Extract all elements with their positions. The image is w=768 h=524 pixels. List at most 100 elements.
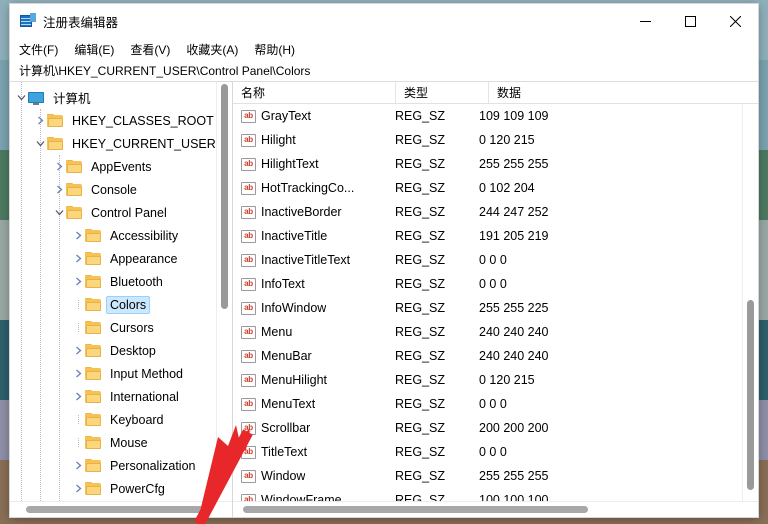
registry-values-pane: 名称 类型 数据 ab GrayText REG_SZ 109 109 109 ab Hi… [233, 82, 758, 517]
value-data: 0 0 0 [479, 277, 507, 291]
table-row[interactable]: ab InactiveTitle REG_SZ 191 205 219 [233, 224, 758, 248]
minimize-button[interactable] [623, 4, 668, 38]
column-type[interactable]: 类型 [396, 82, 489, 103]
tree-item--[interactable]: 计算机 [10, 86, 232, 109]
tree-item-label: HKEY_CURRENT_USER [72, 136, 216, 151]
menu-favorites[interactable]: 收藏夹(A) [186, 39, 246, 60]
tree-item-international[interactable]: International [10, 385, 232, 408]
string-value-icon: ab [241, 445, 256, 459]
menu-view[interactable]: 查看(V) [130, 39, 178, 60]
registry-tree-pane: 计算机 HKEY_CLASSES_ROOT HKEY_CURRENT_USER App… [10, 82, 233, 517]
values-vertical-scrollbar[interactable] [742, 104, 758, 501]
table-row[interactable]: ab InactiveTitleText REG_SZ 0 0 0 [233, 248, 758, 272]
folder-icon [66, 205, 83, 220]
tree-item-control-panel[interactable]: Control Panel [10, 201, 232, 224]
registry-tree[interactable]: 计算机 HKEY_CLASSES_ROOT HKEY_CURRENT_USER App… [10, 82, 232, 501]
string-value-icon: ab [241, 109, 256, 123]
table-row[interactable]: ab MenuHilight REG_SZ 0 120 215 [233, 368, 758, 392]
value-name-cell: ab HilightText [233, 157, 387, 171]
folder-icon [85, 458, 102, 473]
computer-icon [28, 91, 45, 105]
chevron-down-icon[interactable] [34, 132, 47, 155]
folder-icon [47, 136, 64, 151]
table-row[interactable]: ab Menu REG_SZ 240 240 240 [233, 320, 758, 344]
table-row[interactable]: ab MenuText REG_SZ 0 0 0 [233, 392, 758, 416]
value-type: REG_SZ [395, 253, 446, 267]
chevron-right-icon[interactable] [72, 454, 85, 477]
tree-leaf-marker [72, 431, 85, 454]
tree-item-accessibility[interactable]: Accessibility [10, 224, 232, 247]
string-value-icon: ab [241, 157, 256, 171]
tree-item-desktop[interactable]: Desktop [10, 339, 232, 362]
chevron-right-icon[interactable] [72, 362, 85, 385]
value-name-cell: ab TitleText [233, 445, 387, 459]
chevron-right-icon[interactable] [72, 247, 85, 270]
chevron-right-icon[interactable] [53, 178, 66, 201]
chevron-down-icon[interactable] [53, 201, 66, 224]
tree-horizontal-scrollbar[interactable] [10, 501, 232, 517]
tree-item-label: HKEY_CLASSES_ROOT [72, 113, 214, 128]
table-row[interactable]: ab MenuBar REG_SZ 240 240 240 [233, 344, 758, 368]
folder-icon [85, 320, 102, 335]
column-name[interactable]: 名称 [233, 82, 396, 103]
tree-item-label: 计算机 [53, 92, 91, 106]
table-row[interactable]: ab Window REG_SZ 255 255 255 [233, 464, 758, 488]
table-row[interactable]: ab Hilight REG_SZ 0 120 215 [233, 128, 758, 152]
chevron-right-icon[interactable] [72, 270, 85, 293]
chevron-right-icon[interactable] [72, 385, 85, 408]
table-row[interactable]: ab InfoText REG_SZ 0 0 0 [233, 272, 758, 296]
tree-item-appearance[interactable]: Appearance [10, 247, 232, 270]
tree-item-cursors[interactable]: Cursors [10, 316, 232, 339]
value-type: REG_SZ [395, 181, 446, 195]
tree-vertical-scrollbar[interactable] [216, 82, 232, 501]
tree-item-powercfg[interactable]: PowerCfg [10, 477, 232, 500]
chevron-right-icon[interactable] [72, 477, 85, 500]
table-row[interactable]: ab WindowFrame REG_SZ 100 100 100 [233, 488, 758, 501]
table-row[interactable]: ab InfoWindow REG_SZ 255 255 225 [233, 296, 758, 320]
value-type: REG_SZ [395, 493, 446, 501]
value-name: HotTrackingCo... [261, 181, 355, 195]
table-row[interactable]: ab Scrollbar REG_SZ 200 200 200 [233, 416, 758, 440]
tree-leaf-marker [72, 408, 85, 431]
minimize-icon [640, 20, 651, 22]
table-row[interactable]: ab InactiveBorder REG_SZ 244 247 252 [233, 200, 758, 224]
table-row[interactable]: ab TitleText REG_SZ 0 0 0 [233, 440, 758, 464]
value-name-cell: ab InactiveTitleText [233, 253, 387, 267]
values-list[interactable]: ab GrayText REG_SZ 109 109 109 ab Hilight REG_… [233, 104, 758, 501]
value-name: Window [261, 469, 306, 483]
value-type: REG_SZ [395, 445, 446, 459]
chevron-right-icon[interactable] [53, 155, 66, 178]
value-data: 0 0 0 [479, 253, 507, 267]
menu-file[interactable]: 文件(F) [19, 39, 66, 60]
menu-help[interactable]: 帮助(H) [254, 39, 303, 60]
registry-editor-window: 注册表编辑器 文件(F) 编辑(E) 查看(V) 收藏夹(A) 帮助(H) 计算… [10, 4, 758, 517]
tree-item-hkey-classes-root[interactable]: HKEY_CLASSES_ROOT [10, 109, 232, 132]
close-button[interactable] [713, 4, 758, 38]
value-name: InfoWindow [261, 301, 327, 315]
chevron-down-icon[interactable] [15, 86, 28, 109]
tree-item-hkey-current-user[interactable]: HKEY_CURRENT_USER [10, 132, 232, 155]
tree-item-bluetooth[interactable]: Bluetooth [10, 270, 232, 293]
window-title: 注册表编辑器 [43, 15, 119, 30]
maximize-button[interactable] [668, 4, 713, 38]
address-bar[interactable]: 计算机\HKEY_CURRENT_USER\Control Panel\Colo… [10, 60, 758, 82]
tree-item-colors[interactable]: Colors [10, 293, 232, 316]
tree-item-input-method[interactable]: Input Method [10, 362, 232, 385]
tree-item-personalization[interactable]: Personalization [10, 454, 232, 477]
table-row[interactable]: ab HotTrackingCo... REG_SZ 0 102 204 [233, 176, 758, 200]
menu-edit[interactable]: 编辑(E) [74, 39, 122, 60]
tree-item-keyboard[interactable]: Keyboard [10, 408, 232, 431]
values-horizontal-scrollbar[interactable] [233, 501, 758, 517]
tree-item-mouse[interactable]: Mouse [10, 431, 232, 454]
tree-item-console[interactable]: Console [10, 178, 232, 201]
chevron-right-icon[interactable] [72, 339, 85, 362]
tree-item-appevents[interactable]: AppEvents [10, 155, 232, 178]
table-row[interactable]: ab HilightText REG_SZ 255 255 255 [233, 152, 758, 176]
table-row[interactable]: ab GrayText REG_SZ 109 109 109 [233, 104, 758, 128]
column-data[interactable]: 数据 [489, 82, 758, 103]
chevron-right-icon[interactable] [72, 224, 85, 247]
chevron-right-icon[interactable] [34, 109, 47, 132]
value-name-cell: ab HotTrackingCo... [233, 181, 387, 195]
value-name: MenuText [261, 397, 316, 411]
value-type: REG_SZ [395, 301, 446, 315]
